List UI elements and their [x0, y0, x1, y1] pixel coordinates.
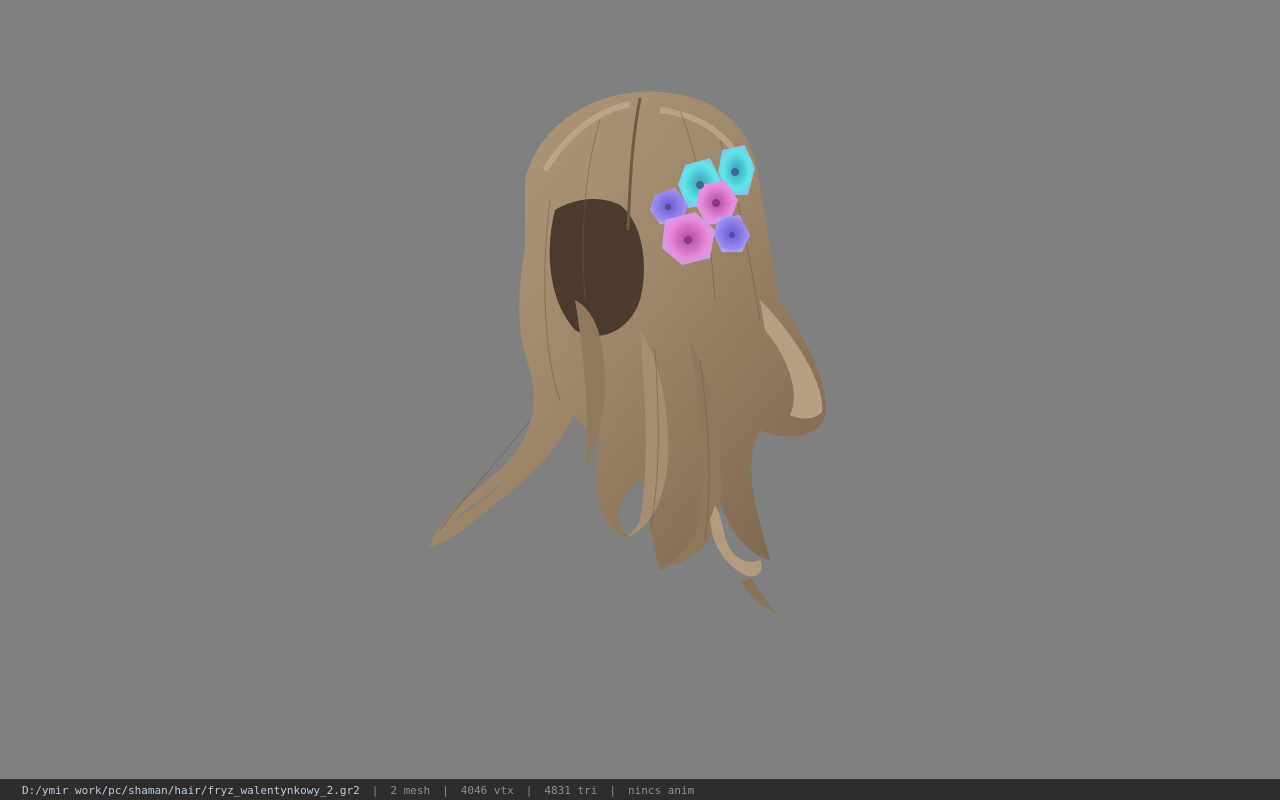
mesh-count: 2 mesh — [390, 783, 431, 797]
separator: | — [609, 783, 616, 797]
vertex-count: 4046 vtx — [460, 783, 514, 797]
separator: | — [525, 783, 533, 797]
anim-status: nincs anim — [627, 783, 695, 797]
separator: | — [442, 783, 449, 797]
hair-strand-tip — [740, 578, 778, 614]
file-path: D:/ymir work/pc/shaman/hair/fryz_walenty… — [22, 783, 360, 797]
separator: | — [371, 783, 379, 797]
triangle-count: 4831 tri — [544, 783, 598, 797]
status-bar: D:/ymir work/pc/shaman/hair/fryz_walenty… — [0, 779, 1280, 800]
hair-model-render — [428, 91, 826, 614]
3d-viewport[interactable] — [0, 0, 1280, 779]
